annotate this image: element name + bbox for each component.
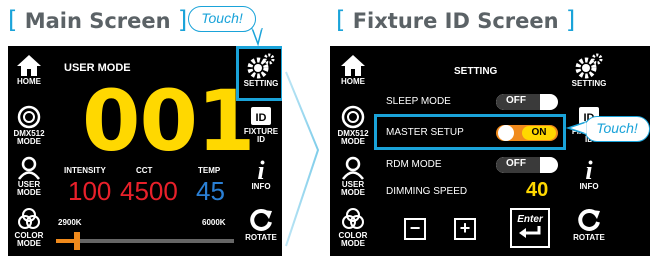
home-icon — [341, 55, 365, 76]
intensity-label: INTENSITY — [64, 166, 106, 175]
temp-label: TEMP — [198, 166, 221, 175]
rotate-button[interactable]: ROTATE — [568, 204, 610, 253]
minus-button[interactable]: − — [404, 218, 426, 240]
main-screen-heading: [ Main Screen ] — [8, 6, 188, 34]
user-icon — [18, 156, 40, 180]
info-icon: i — [585, 156, 593, 182]
dimming-speed-value: 40 — [526, 179, 549, 201]
user-mode-button[interactable]: USER MODE — [332, 153, 374, 202]
info-button[interactable]: i INFO — [568, 153, 610, 202]
fixture-id-screen-heading: [ Fixture ID Screen ] — [336, 6, 576, 34]
setting-button[interactable]: SETTING — [568, 50, 610, 99]
svg-text:i: i — [585, 156, 593, 182]
dmx-plug-icon — [17, 105, 41, 129]
user-mode-button[interactable]: USER MODE — [8, 153, 50, 202]
rotate-icon — [578, 208, 600, 231]
dmx512-mode-button[interactable]: DMX512 MODE — [8, 102, 50, 151]
rotate-icon — [250, 208, 272, 231]
intensity-value: 100 — [68, 176, 112, 206]
slider-max-label: 6000K — [202, 218, 226, 227]
touch-callout-left: Touch! — [188, 6, 256, 32]
temp-value: 45 — [196, 176, 225, 206]
home-icon — [17, 55, 41, 76]
plus-button[interactable]: + — [454, 218, 476, 240]
slider-min-label: 2900K — [58, 218, 82, 227]
transition-arrow — [285, 71, 320, 247]
preset-number: 001 — [82, 72, 255, 170]
sleep-mode-label: SLEEP MODE — [386, 96, 451, 107]
svg-text:ID: ID — [256, 112, 267, 124]
setting-title: SETTING — [454, 66, 498, 77]
dimming-speed-label: DIMMING SPEED — [386, 186, 468, 197]
gear-icon — [575, 53, 603, 79]
home-button[interactable]: HOME — [332, 50, 374, 99]
fixture-id-screen-display: HOME DMX512 MODE USER MODE COLOR MODE SE… — [330, 46, 650, 256]
cct-value: 4500 — [120, 176, 178, 206]
enter-arrow-icon — [519, 226, 541, 238]
color-mode-button[interactable]: COLOR MODE — [8, 204, 50, 253]
cct-slider-handle[interactable] — [74, 232, 80, 250]
rdm-mode-label: RDM MODE — [386, 159, 442, 170]
sleep-mode-toggle[interactable]: OFF — [496, 94, 558, 110]
cct-slider-track[interactable] — [56, 232, 234, 250]
color-mode-button[interactable]: COLOR MODE — [332, 204, 374, 253]
callout-pointer-right — [566, 120, 587, 136]
home-button[interactable]: HOME — [8, 50, 50, 99]
callout-pointer-left — [251, 28, 263, 47]
dmx-plug-icon — [341, 105, 365, 129]
dmx512-mode-button[interactable]: DMX512 MODE — [332, 102, 374, 151]
enter-button[interactable]: Enter — [510, 208, 550, 248]
cct-label: CCT — [136, 166, 153, 175]
rdm-mode-toggle[interactable]: OFF — [496, 157, 558, 173]
color-circles-icon — [342, 208, 364, 229]
master-setup-highlight — [374, 114, 566, 150]
svg-text:i: i — [257, 156, 265, 182]
user-icon — [342, 156, 364, 180]
rotate-button[interactable]: ROTATE — [240, 204, 282, 253]
touch-callout-right: Touch! — [584, 116, 650, 142]
color-circles-icon — [18, 208, 40, 229]
main-screen-display: HOME DMX512 MODE USER MODE COLOR MODE SE… — [8, 46, 282, 256]
